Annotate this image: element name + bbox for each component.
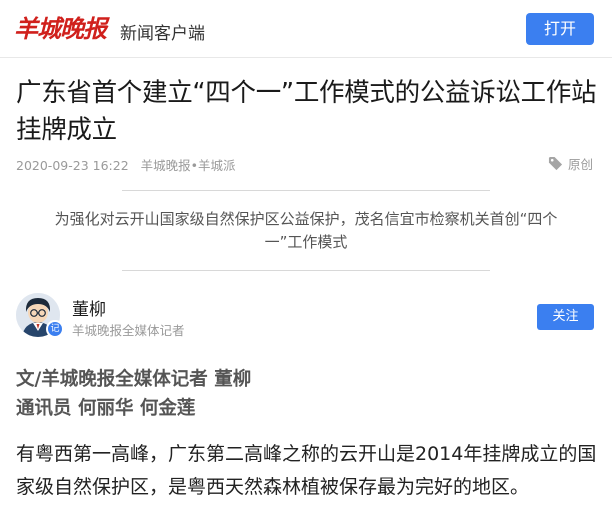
article-body: 有粤西第一高峰，广东第二高峰之称的云开山是2014年挂牌成立的国家级自然保护区，…	[16, 443, 597, 498]
summary-bottom-divider	[122, 270, 490, 271]
verified-badge: 记	[46, 320, 64, 338]
original-label: 原创	[568, 157, 594, 172]
byline: 文/羊城晚报全媒体记者 董柳 通讯员 何丽华 何金莲	[16, 365, 251, 423]
logo-subtitle: 新闻客户端	[120, 24, 205, 44]
byline-reporter: 文/羊城晚报全媒体记者 董柳	[16, 369, 252, 390]
original-tag: 原创	[548, 154, 593, 173]
logo: 羊城晚报	[14, 14, 107, 43]
article-title: 广东省首个建立“四个一”工作模式的公益诉讼工作站挂牌成立	[16, 78, 597, 145]
author-title: 羊城晚报全媒体记者	[72, 323, 185, 338]
article-source[interactable]: 羊城晚报•羊城派	[141, 158, 236, 173]
author-name[interactable]: 董柳	[72, 295, 106, 320]
summary-top-divider	[122, 190, 490, 191]
byline-correspondents: 通讯员 何丽华 何金莲	[16, 398, 196, 419]
article-summary: 为强化对云开山国家级自然保护区公益保护，茂名信宜市检察机关首创“四个一”工作模式	[54, 210, 558, 251]
open-app-button[interactable]: 打开	[526, 13, 594, 45]
top-bar: 羊城晚报 新闻客户端 打开	[0, 0, 612, 58]
article-meta: 2020-09-23 16:22 羊城晚报•羊城派	[16, 155, 244, 174]
tag-icon	[548, 156, 563, 171]
publish-date: 2020-09-23 16:22	[16, 158, 129, 173]
follow-button[interactable]: 关注	[537, 304, 594, 330]
